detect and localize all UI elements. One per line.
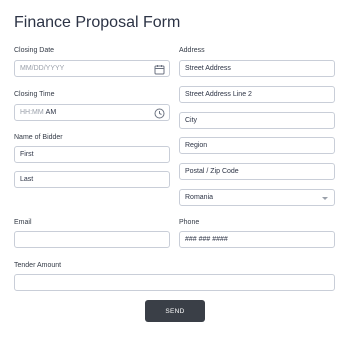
email-label: Email [14, 219, 32, 226]
closing-date-label: Closing Date [14, 47, 55, 54]
closing-date-input[interactable]: MM/DD/YYYY [14, 60, 170, 77]
bidder-first-name-input[interactable]: First [14, 146, 170, 163]
closing-time-input[interactable]: HH:MM AM [14, 104, 170, 121]
region-input[interactable]: Region [179, 137, 335, 154]
send-button[interactable]: SEND [145, 300, 205, 322]
phone-field[interactable]: ### ### #### [179, 231, 335, 248]
city-input[interactable]: City [179, 112, 335, 129]
phone-label: Phone [179, 219, 200, 226]
address-label: Address [179, 47, 205, 54]
tender-amount-field[interactable] [14, 274, 335, 291]
calendar-icon[interactable] [154, 64, 165, 75]
street-address-line2-input[interactable]: Street Address Line 2 [179, 86, 335, 103]
email-field[interactable] [14, 231, 170, 248]
bidder-last-name-placeholder: Last [20, 176, 34, 183]
country-select[interactable]: Romania [179, 189, 335, 206]
bidder-name-label: Name of Bidder [14, 134, 63, 141]
closing-time-label: Closing Time [14, 91, 55, 98]
country-selected-value: Romania [185, 194, 214, 201]
page-title: Finance Proposal Form [14, 14, 181, 31]
region-placeholder: Region [185, 142, 208, 149]
phone-placeholder: ### ### #### [185, 236, 228, 243]
closing-time-ampm[interactable]: AM [46, 109, 57, 116]
bidder-first-name-placeholder: First [20, 151, 34, 158]
chevron-down-icon[interactable] [322, 197, 328, 200]
city-placeholder: City [185, 117, 198, 124]
street-address-placeholder: Street Address [185, 65, 231, 72]
clock-icon[interactable] [154, 108, 165, 119]
postal-code-placeholder: Postal / Zip Code [185, 168, 239, 175]
bidder-last-name-input[interactable]: Last [14, 171, 170, 188]
closing-date-placeholder: MM/DD/YYYY [20, 65, 65, 72]
street-address-line2-placeholder: Street Address Line 2 [185, 91, 252, 98]
street-address-input[interactable]: Street Address [179, 60, 335, 77]
tender-amount-label: Tender Amount [14, 262, 62, 269]
closing-time-placeholder: HH:MM [20, 109, 44, 116]
postal-code-input[interactable]: Postal / Zip Code [179, 163, 335, 180]
